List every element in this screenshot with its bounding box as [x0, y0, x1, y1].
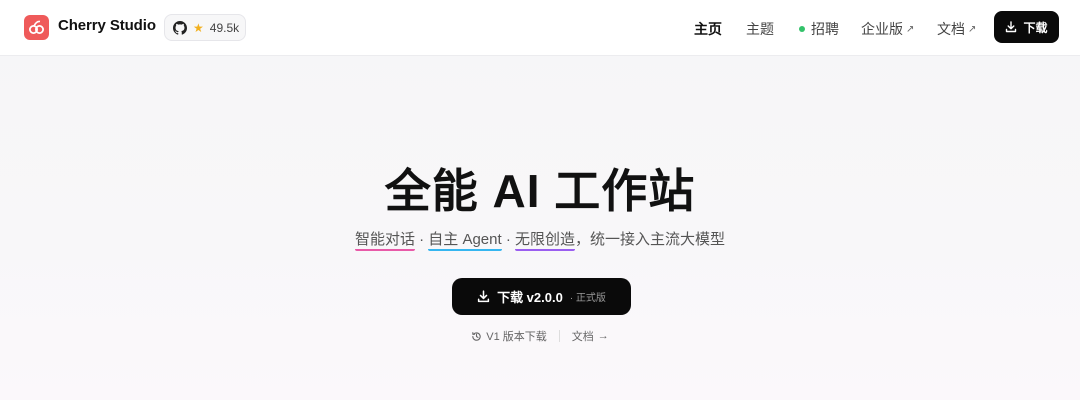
nav-label: 招聘	[811, 21, 839, 37]
main-nav: 主页 主题 招聘 企业版 ↗ 文档 ↗	[0, 0, 1080, 56]
nav-item-recruit[interactable]: 招聘	[799, 19, 839, 39]
external-link-icon: ↗	[968, 23, 977, 35]
download-icon	[1006, 21, 1017, 33]
top-navbar: Cherry Studio ★ 49.5k 主页 主题 招聘 企业版 ↗ 文档 …	[0, 0, 1080, 56]
header-download-button[interactable]: 下载	[994, 11, 1059, 43]
divider	[558, 330, 560, 342]
nav-label: 主题	[746, 21, 774, 37]
arrow-right-icon: →	[597, 330, 609, 342]
main-download-button[interactable]: 下载 v2.0.0 · 正式版	[452, 278, 631, 315]
hero-title: 全能 AI 工作站	[384, 165, 696, 217]
main-download-label: 下载 v2.0.0	[497, 290, 563, 305]
status-dot-icon	[799, 26, 805, 32]
v1-download-label: V1 版本下载	[486, 331, 547, 343]
v1-download-link[interactable]: V1 版本下载	[471, 328, 547, 344]
hero-subtitle: 智能对话 · 自主 Agent · 无限创造，统一接入主流大模型	[0, 228, 1080, 251]
nav-item-docs[interactable]: 文档 ↗	[937, 19, 976, 39]
subtitle-rest: ，统一接入主流大模型	[575, 231, 726, 248]
header-download-label: 下载	[1023, 20, 1048, 35]
nav-label: 文档	[937, 21, 965, 37]
docs-link[interactable]: 文档 →	[572, 328, 609, 344]
download-icon	[477, 290, 490, 303]
subtitle-separator: ·	[501, 231, 516, 248]
subtitle-feature-agent: 自主 Agent	[428, 231, 502, 251]
subtitle-separator: ·	[414, 231, 429, 248]
nav-label: 主页	[694, 21, 722, 37]
nav-item-home[interactable]: 主页	[694, 19, 722, 39]
secondary-links: V1 版本下载 文档 →	[0, 328, 1080, 344]
nav-label: 企业版	[861, 21, 903, 37]
docs-link-label: 文档	[571, 331, 594, 343]
external-link-icon: ↗	[906, 23, 915, 35]
release-tag: · 正式版	[569, 293, 606, 304]
nav-item-themes[interactable]: 主题	[746, 19, 774, 39]
history-icon	[472, 331, 481, 341]
nav-item-enterprise[interactable]: 企业版 ↗	[861, 19, 914, 39]
subtitle-feature-chat: 智能对话	[354, 231, 415, 251]
subtitle-feature-create: 无限创造	[515, 231, 576, 251]
